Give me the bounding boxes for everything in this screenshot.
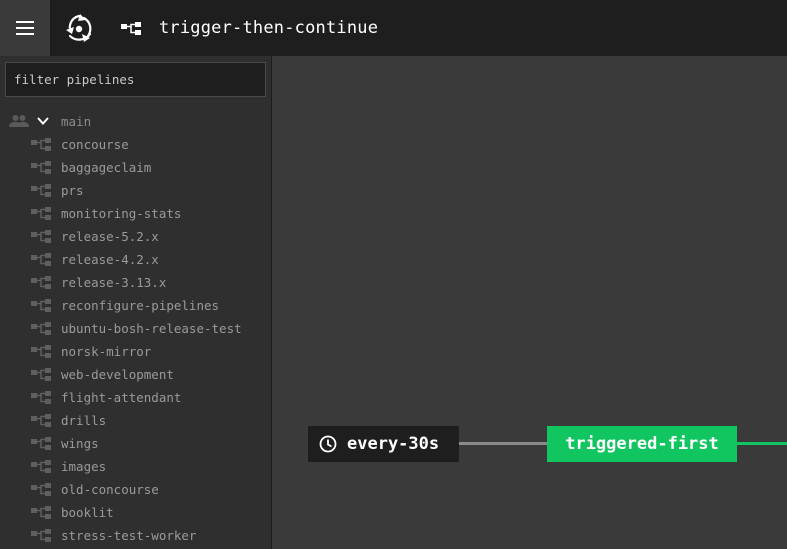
pipeline-icon xyxy=(31,391,51,404)
sidebar-pipeline-label: baggageclaim xyxy=(61,160,152,175)
menu-line xyxy=(16,33,34,35)
sidebar-pipeline-item[interactable]: release-5.2.x xyxy=(0,226,271,249)
sidebar-pipeline-item[interactable]: concourse xyxy=(0,134,271,157)
menu-line xyxy=(16,21,34,23)
team-icon xyxy=(9,115,29,127)
pipeline-icon xyxy=(31,483,51,496)
sidebar: main concourse baggageclaim prs monitoring-… xyxy=(0,56,272,549)
pipeline-icon xyxy=(31,230,51,243)
resource-name: every-30s xyxy=(347,434,440,454)
sidebar-pipeline-item[interactable]: ubuntu-bosh-release-test xyxy=(0,318,271,341)
sidebar-pipeline-label: flight-attendant xyxy=(61,390,182,405)
sidebar-pipeline-item[interactable]: old-concourse xyxy=(0,479,271,502)
sidebar-pipeline-item[interactable]: web-development xyxy=(0,364,271,387)
hamburger-menu-button[interactable] xyxy=(0,0,50,56)
sidebar-pipeline-label: images xyxy=(61,459,107,474)
clock-icon xyxy=(319,435,337,453)
sidebar-pipeline-label: booklit xyxy=(61,505,114,520)
sidebar-pipeline-item[interactable]: baggageclaim xyxy=(0,157,271,180)
sidebar-pipeline-label: release-5.2.x xyxy=(61,229,159,244)
pipeline-icon xyxy=(121,22,141,35)
input-edge xyxy=(459,442,547,445)
sidebar-pipeline-label: web-development xyxy=(61,367,174,382)
sidebar-pipeline-label: release-4.2.x xyxy=(61,252,159,267)
resource-node[interactable]: every-30s xyxy=(308,426,459,462)
menu-line xyxy=(16,27,34,29)
pipeline-icon xyxy=(31,253,51,266)
sidebar-pipeline-label: prs xyxy=(61,183,84,198)
concourse-logo-icon[interactable] xyxy=(62,12,96,44)
sidebar-pipeline-label: wings xyxy=(61,436,99,451)
sidebar-pipeline-item[interactable]: reconfigure-pipelines xyxy=(0,295,271,318)
pipeline-icon xyxy=(31,276,51,289)
sidebar-pipeline-item[interactable]: release-3.13.x xyxy=(0,272,271,295)
sidebar-pipeline-label: norsk-mirror xyxy=(61,344,152,359)
pipeline-icon xyxy=(31,138,51,151)
pipeline-icon xyxy=(31,207,51,220)
sidebar-pipeline-label: concourse xyxy=(61,137,129,152)
team-name: main xyxy=(61,114,92,129)
job-node[interactable]: triggered-first xyxy=(547,426,737,462)
output-edge xyxy=(737,442,787,445)
sidebar-pipeline-item[interactable]: drills xyxy=(0,410,271,433)
sidebar-pipeline-item[interactable]: norsk-mirror xyxy=(0,341,271,364)
sidebar-pipeline-label: stress-test-worker xyxy=(61,528,197,543)
sidebar-pipeline-label: ubuntu-bosh-release-test xyxy=(61,321,242,336)
pipeline-icon xyxy=(31,345,51,358)
pipeline-icon xyxy=(31,322,51,335)
pipeline-icon xyxy=(31,161,51,174)
pipeline-icon xyxy=(31,529,51,542)
pipeline-list: concourse baggageclaim prs monitoring-stats… xyxy=(0,134,271,548)
team-row-main[interactable]: main xyxy=(0,111,271,133)
pipeline-icon xyxy=(31,506,51,519)
sidebar-pipeline-label: drills xyxy=(61,413,107,428)
pipeline-icon xyxy=(31,437,51,450)
sidebar-pipeline-item[interactable]: release-4.2.x xyxy=(0,249,271,272)
sidebar-pipeline-item[interactable]: wings xyxy=(0,433,271,456)
pipeline-title: trigger-then-continue xyxy=(159,18,379,38)
pipeline-icon xyxy=(31,460,51,473)
sidebar-pipeline-label: old-concourse xyxy=(61,482,159,497)
sidebar-pipeline-label: reconfigure-pipelines xyxy=(61,298,220,313)
sidebar-pipeline-item[interactable]: stress-test-worker xyxy=(0,525,271,548)
job-name: triggered-first xyxy=(565,434,719,454)
pipeline-icon xyxy=(31,414,51,427)
pipeline-icon xyxy=(31,299,51,312)
sidebar-pipeline-item[interactable]: monitoring-stats xyxy=(0,203,271,226)
sidebar-pipeline-item[interactable]: images xyxy=(0,456,271,479)
sidebar-pipeline-label: release-3.13.x xyxy=(61,275,167,290)
top-bar: trigger-then-continue xyxy=(0,0,787,56)
sidebar-pipeline-item[interactable]: flight-attendant xyxy=(0,387,271,410)
sidebar-pipeline-item[interactable]: booklit xyxy=(0,502,271,525)
chevron-down-icon[interactable] xyxy=(36,114,50,128)
pipeline-icon xyxy=(31,184,51,197)
sidebar-pipeline-item[interactable]: prs xyxy=(0,180,271,203)
sidebar-pipeline-label: monitoring-stats xyxy=(61,206,182,221)
pipeline-icon xyxy=(31,368,51,381)
pipeline-graph-canvas[interactable]: every-30s triggered-first xyxy=(273,56,787,549)
filter-pipelines-input[interactable] xyxy=(5,62,266,97)
